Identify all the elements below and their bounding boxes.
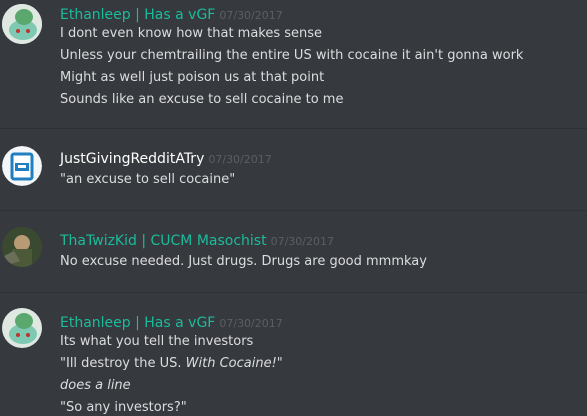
timestamp: 07/30/2017 xyxy=(270,235,334,248)
user-avatar[interactable] xyxy=(2,227,42,267)
username[interactable]: JustGivingRedditATry xyxy=(60,151,204,167)
username[interactable]: ThaTwizKid | CUCM Masochist xyxy=(60,233,267,249)
message-text: Unless your chemtrailing the entire US w… xyxy=(60,48,524,63)
message-text-part: "Ill destroy the US. xyxy=(60,356,186,371)
user-avatar[interactable] xyxy=(2,146,42,186)
user-avatar[interactable] xyxy=(2,308,42,348)
username[interactable]: Ethanleep | Has a vGF xyxy=(60,315,215,331)
message-text-italic: With Cocaine! xyxy=(185,356,277,371)
message-divider xyxy=(0,292,587,293)
message-text-italic: does a line xyxy=(60,378,131,393)
photo-avatar-icon xyxy=(2,227,42,267)
timestamp: 07/30/2017 xyxy=(219,317,283,330)
timestamp: 07/30/2017 xyxy=(219,9,283,22)
message-text: Sounds like an excuse to sell cocaine to… xyxy=(60,92,344,107)
timestamp: 07/30/2017 xyxy=(208,153,272,166)
message-text: "So any investors?" xyxy=(60,400,187,415)
user-avatar[interactable] xyxy=(2,4,42,44)
bulbasaur-avatar-icon xyxy=(2,4,42,44)
message-text: I dont even know how that makes sense xyxy=(60,26,323,41)
username[interactable]: Ethanleep | Has a vGF xyxy=(60,7,215,23)
message-text-part: " xyxy=(276,356,283,371)
message-text: Its what you tell the investors xyxy=(60,334,254,349)
bulbasaur-avatar-icon xyxy=(2,308,42,348)
message-text: Might as well just poison us at that poi… xyxy=(60,70,325,85)
message-text: "an excuse to sell cocaine" xyxy=(60,172,236,187)
message-text: does a line xyxy=(60,378,131,393)
message-divider xyxy=(0,210,587,211)
message-text: "Ill destroy the US. With Cocaine!" xyxy=(60,356,283,371)
blue-box-avatar-icon xyxy=(2,146,42,186)
message-divider xyxy=(0,128,587,129)
message-text: No excuse needed. Just drugs. Drugs are … xyxy=(60,254,427,269)
